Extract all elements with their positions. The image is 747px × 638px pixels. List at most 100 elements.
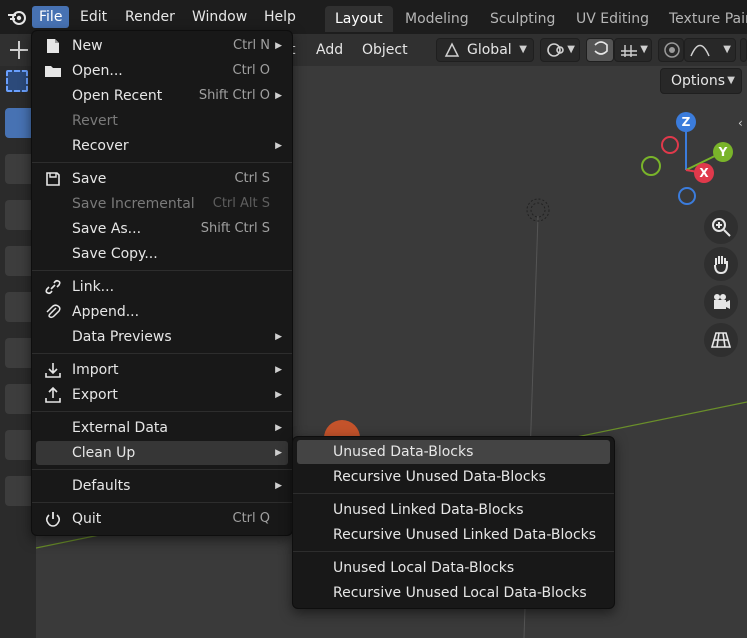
options-label: Options [671,73,726,89]
submenu-arrow-icon: ▶ [275,390,282,400]
pivot-icon [546,41,566,63]
menu-item-label: New [72,38,103,54]
menu-help[interactable]: Help [257,6,303,28]
menu-add[interactable]: Add [316,40,343,60]
camera-icon[interactable] [704,285,738,319]
menu-item-shortcut: Ctrl S [234,171,270,186]
cleanup-item-unused-linked-data-blocks[interactable]: Unused Linked Data-Blocks [297,498,610,522]
orientation-icon [443,41,461,59]
gizmo-z-label: Z [681,115,691,129]
gizmo-y-label: Y [718,145,728,159]
menu-item-label: Open... [72,63,123,79]
menu-item-save-copy[interactable]: Save Copy... [36,242,288,266]
menu-item-label: Clean Up [72,445,136,461]
menu-item-external-data[interactable]: External Data ▶ [36,416,288,440]
menu-item-save-as[interactable]: Save As... Shift Ctrl S [36,217,288,241]
snap-toggle[interactable] [586,38,614,62]
submenu-arrow-icon: ▶ [275,448,282,458]
magnet-icon [591,41,611,63]
menu-item-label: Recursive Unused Data-Blocks [333,469,546,485]
sidebar-toggle-icon[interactable]: ‹ [738,116,747,132]
menu-item-link[interactable]: Link... [36,275,288,299]
menu-edit[interactable]: Edit [73,6,114,28]
menu-item-open[interactable]: Open... Ctrl O [36,59,288,83]
menu-item-label: Append... [72,304,140,320]
import-icon [44,361,62,379]
blender-logo-icon[interactable] [6,7,28,27]
menu-item-data-previews[interactable]: Data Previews ▶ [36,325,288,349]
submenu-arrow-icon: ▶ [275,365,282,375]
menu-item-quit[interactable]: Quit Ctrl Q [36,507,288,531]
cleanup-submenu: Unused Data-Blocks Recursive Unused Data-… [292,436,615,609]
menu-item-label: Revert [72,113,118,129]
top-bar: File Edit Render Window Help Layout Mode… [0,0,747,34]
menu-item-label: Save [72,171,107,187]
menu-item-label: Data Previews [72,329,172,345]
menu-item-save[interactable]: Save Ctrl S [36,167,288,191]
menu-item-shortcut: Ctrl N [233,38,270,53]
menu-item-new[interactable]: New Ctrl N ▶ [36,34,288,58]
menu-item-label: Save As... [72,221,142,237]
editor-type-icon[interactable] [8,39,30,61]
submenu-arrow-icon: ▶ [275,332,282,342]
tab-layout[interactable]: Layout [325,6,393,32]
menu-separator [32,411,292,412]
pivot-point-dropdown[interactable]: ▼ [540,38,580,62]
save-icon [44,170,62,188]
submenu-arrow-icon: ▶ [275,41,282,51]
menu-render[interactable]: Render [118,6,182,28]
chevron-down-icon: ▼ [567,44,575,55]
snap-target-dropdown[interactable]: ▼ [614,38,652,62]
header-overflow[interactable] [740,38,747,62]
menu-item-append[interactable]: Append... [36,300,288,324]
menu-separator [293,551,614,552]
cleanup-item-recursive-unused-linked-data-blocks[interactable]: Recursive Unused Linked Data-Blocks [297,523,610,547]
menu-item-label: Unused Linked Data-Blocks [333,502,524,518]
pan-hand-icon[interactable] [704,247,738,281]
menu-separator [32,353,292,354]
menu-item-shortcut: Ctrl O [232,63,271,78]
paperclip-icon [44,303,62,321]
cleanup-item-recursive-unused-local-data-blocks[interactable]: Recursive Unused Local Data-Blocks [297,581,610,605]
cleanup-item-unused-local-data-blocks[interactable]: Unused Local Data-Blocks [297,556,610,580]
chevron-down-icon: ▼ [723,44,731,55]
submenu-arrow-icon: ▶ [275,423,282,433]
menu-separator [32,162,292,163]
menu-object[interactable]: Object [362,40,408,60]
menu-item-label: Defaults [72,478,131,494]
tab-texture-paint[interactable]: Texture Paint [659,6,747,32]
menu-file[interactable]: File [32,6,70,28]
power-icon [44,510,62,528]
menu-separator [293,493,614,494]
transform-orientation-dropdown[interactable]: Global ▼ [436,38,534,62]
menu-item-shortcut: Ctrl Alt S [212,196,270,211]
menu-item-label: Save Incremental [72,196,195,212]
menu-item-export[interactable]: Export ▶ [36,383,288,407]
zoom-icon[interactable] [704,210,738,244]
menu-separator [32,469,292,470]
cleanup-item-unused-data-blocks[interactable]: Unused Data-Blocks [297,440,610,464]
menu-item-defaults[interactable]: Defaults ▶ [36,474,288,498]
options-dropdown[interactable]: Options ▼ [660,68,742,94]
export-icon [44,386,62,404]
menu-item-open-recent[interactable]: Open Recent Shift Ctrl O ▶ [36,84,288,108]
proportional-edit-toggle[interactable] [658,38,684,62]
menu-item-save-incremental: Save Incremental Ctrl Alt S [36,192,288,216]
tab-uv-editing[interactable]: UV Editing [566,6,659,32]
menu-item-label: External Data [72,420,168,436]
menu-item-import[interactable]: Import ▶ [36,358,288,382]
cleanup-item-recursive-unused-data-blocks[interactable]: Recursive Unused Data-Blocks [297,465,610,489]
select-box-mode-icon[interactable] [6,70,28,92]
tab-modeling[interactable]: Modeling [395,6,479,32]
falloff-dropdown[interactable]: ▼ [684,38,736,62]
menu-item-recover[interactable]: Recover ▶ [36,134,288,158]
menu-item-label: Save Copy... [72,246,158,262]
menu-item-label: Open Recent [72,88,163,104]
menu-item-clean-up[interactable]: Clean Up ▶ [36,441,288,465]
tab-sculpting[interactable]: Sculpting [480,6,565,32]
menu-window[interactable]: Window [185,6,254,28]
chevron-down-icon: ▼ [727,75,735,86]
perspective-grid-icon[interactable] [704,323,738,357]
chevron-down-icon: ▼ [519,44,527,55]
menu-item-label: Export [72,387,118,403]
